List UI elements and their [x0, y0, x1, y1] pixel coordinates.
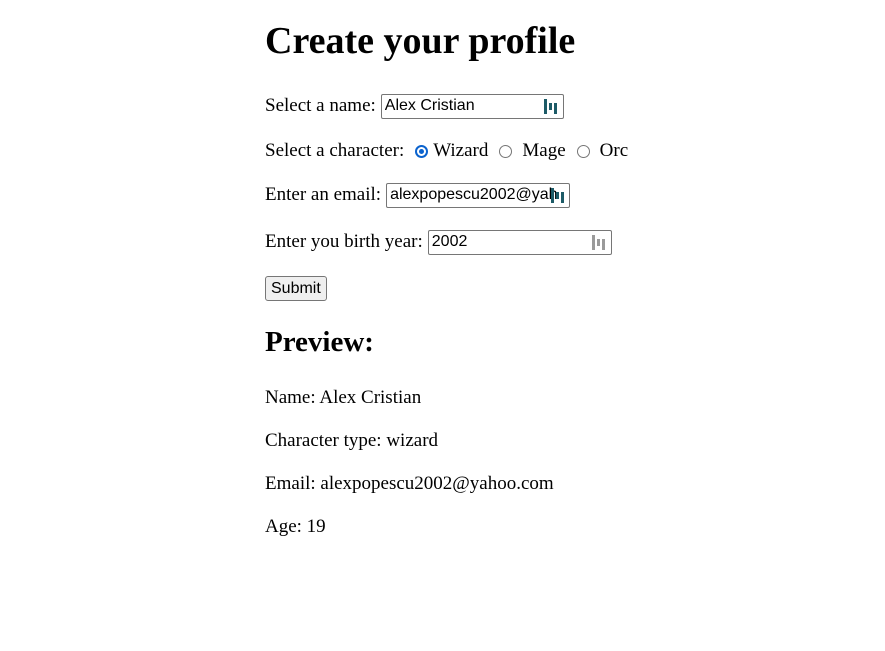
birth-year-row: Enter you birth year: 2002	[265, 228, 612, 256]
birth-year-label: Enter you birth year:	[265, 231, 423, 252]
birth-year-input[interactable]: 2002	[427, 229, 612, 255]
email-input-value: alexpopescu2002@yah	[390, 186, 558, 203]
email-label: Enter an email:	[265, 184, 382, 205]
name-input[interactable]: Alex Cristian	[380, 93, 564, 119]
radio-wizard-label[interactable]: Wizard	[433, 140, 488, 162]
email-row: Enter an email: alexpopescu2002@yah	[265, 181, 571, 209]
name-row: Select a name: Alex Cristian	[265, 92, 564, 120]
preview-email: Email: alexpopescu2002@yahoo.com	[265, 473, 554, 494]
preview-character: Character type: wizard	[265, 430, 439, 451]
birth-year-input-value: 2002	[431, 233, 468, 250]
character-row: Select a character: Wizard Mage Orc	[265, 137, 628, 165]
name-input-value: Alex Cristian	[384, 97, 475, 114]
name-label: Select a name:	[265, 95, 376, 116]
radio-orc[interactable]	[576, 144, 590, 158]
password-manager-icon[interactable]	[591, 234, 606, 251]
password-manager-icon[interactable]	[551, 187, 565, 204]
email-input[interactable]: alexpopescu2002@yah	[386, 182, 571, 208]
preview-heading: Preview:	[265, 326, 374, 358]
preview-age: Age: 19	[265, 516, 326, 537]
radio-orc-label[interactable]: Orc	[600, 140, 628, 162]
radio-mage[interactable]	[499, 144, 513, 158]
radio-mage-label[interactable]: Mage	[522, 140, 565, 162]
character-label: Select a character:	[265, 140, 405, 161]
preview-name: Name: Alex Cristian	[265, 387, 422, 408]
password-manager-icon[interactable]	[543, 98, 558, 115]
page-title: Create your profile	[265, 20, 576, 62]
radio-wizard[interactable]	[415, 144, 429, 158]
submit-button[interactable]: Submit	[265, 276, 327, 301]
